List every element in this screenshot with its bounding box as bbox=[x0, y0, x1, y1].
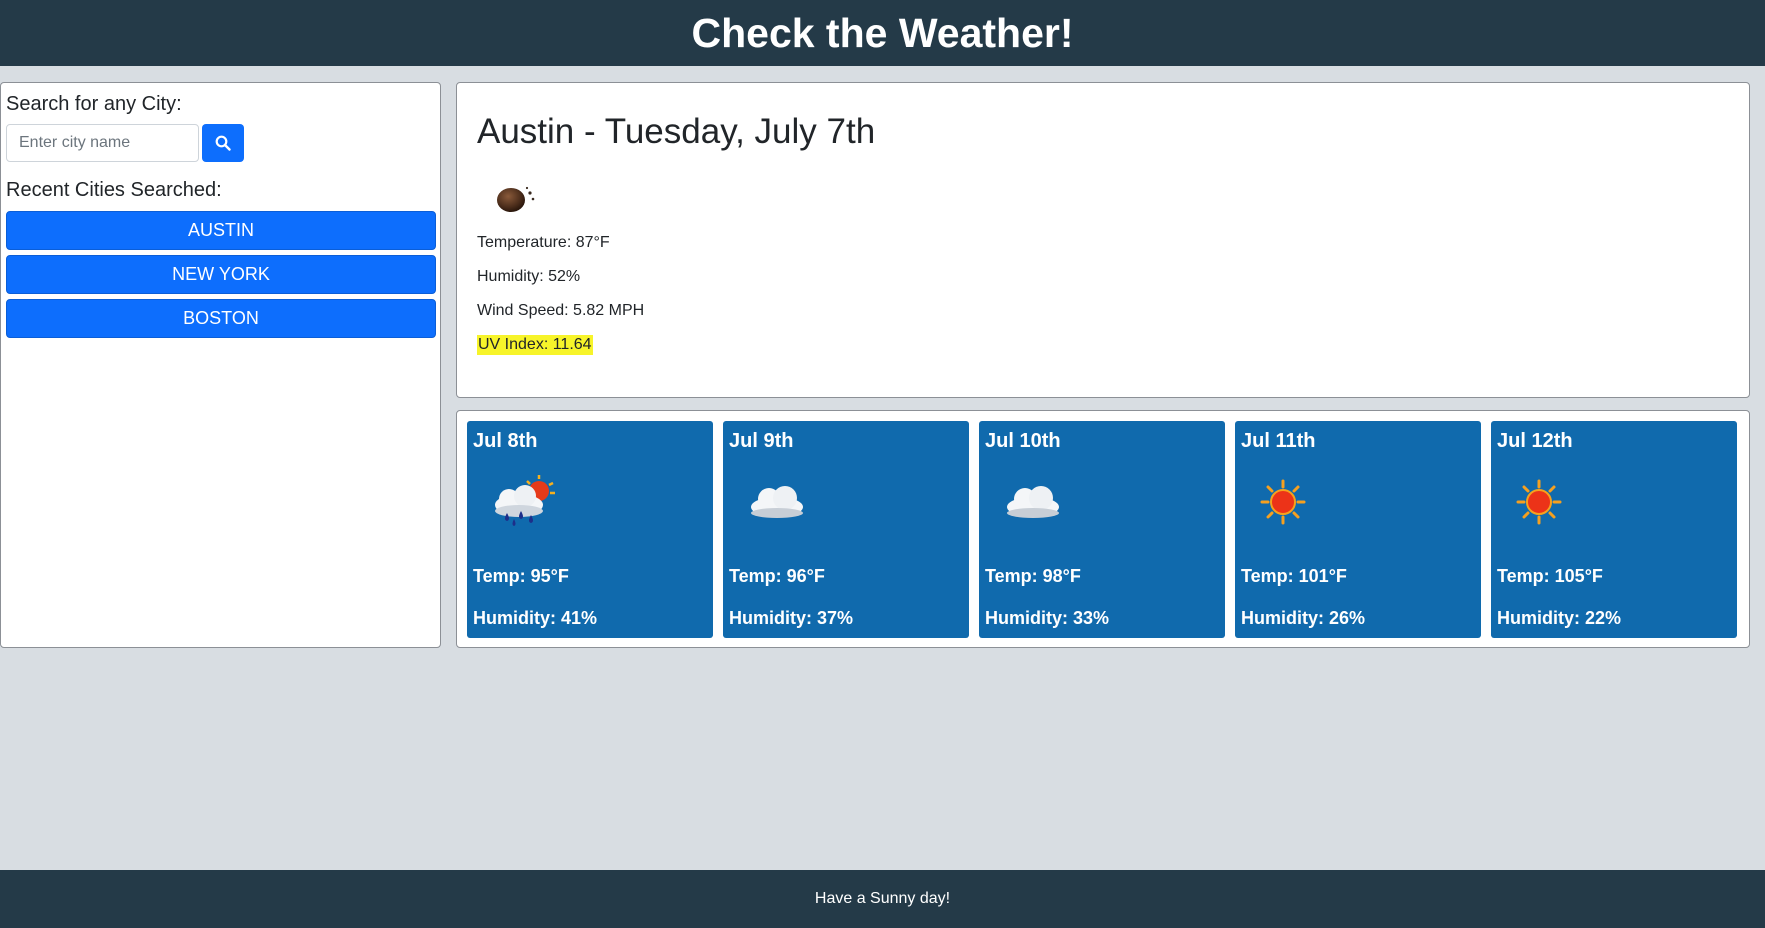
forecast-humidity: Humidity: 37% bbox=[729, 608, 854, 628]
search-icon bbox=[215, 135, 231, 151]
current-weather-panel: Austin - Tuesday, July 7th Temperature: … bbox=[456, 82, 1750, 398]
city-search-input[interactable] bbox=[6, 124, 199, 162]
forecast-date: Jul 8th bbox=[473, 430, 538, 452]
current-humidity: Humidity: 52% bbox=[477, 268, 581, 285]
forecast-date: Jul 12th bbox=[1497, 430, 1573, 452]
five-day-forecast: Jul 8th Temp: 95°F Humidity: 41% Jul 9th… bbox=[456, 410, 1750, 648]
search-label: Search for any City: bbox=[6, 93, 182, 115]
forecast-card: Jul 8th Temp: 95°F Humidity: 41% bbox=[467, 421, 713, 638]
forecast-humidity: Humidity: 22% bbox=[1497, 608, 1622, 628]
current-uv-index: UV Index: 11.64 bbox=[477, 335, 593, 355]
forecast-humidity: Humidity: 33% bbox=[985, 608, 1110, 628]
cloud-icon bbox=[739, 471, 963, 531]
footer-text: Have a Sunny day! bbox=[814, 890, 951, 907]
forecast-temp: Temp: 95°F bbox=[473, 566, 569, 586]
recent-city-button-austin[interactable]: AUSTIN bbox=[6, 211, 436, 250]
forecast-temp: Temp: 96°F bbox=[729, 566, 825, 586]
recent-city-button-boston[interactable]: BOSTON bbox=[6, 299, 436, 338]
forecast-date: Jul 9th bbox=[729, 430, 794, 452]
forecast-temp: Temp: 98°F bbox=[985, 566, 1081, 586]
recent-city-button-new-york[interactable]: NEW YORK bbox=[6, 255, 436, 294]
sun-icon bbox=[1251, 471, 1475, 531]
search-row bbox=[6, 124, 435, 162]
forecast-date: Jul 10th bbox=[985, 430, 1061, 452]
clear-night-icon bbox=[495, 179, 1729, 223]
forecast-card: Jul 11th Temp: 101°F Humidity: 26% bbox=[1235, 421, 1481, 638]
forecast-temp: Temp: 105°F bbox=[1497, 566, 1603, 586]
forecast-humidity: Humidity: 41% bbox=[473, 608, 598, 628]
forecast-card: Jul 12th Temp: 105°F Humidity: 22% bbox=[1491, 421, 1737, 638]
forecast-date: Jul 11th bbox=[1241, 430, 1316, 452]
search-sidebar: Search for any City: Recent Cities Searc… bbox=[0, 82, 441, 648]
page-header: Check the Weather! bbox=[0, 0, 1765, 66]
forecast-temp: Temp: 101°F bbox=[1241, 566, 1347, 586]
cloud-icon bbox=[995, 471, 1219, 531]
page-title: Check the Weather! bbox=[691, 9, 1074, 56]
page-footer: Have a Sunny day! bbox=[0, 870, 1765, 928]
sun-icon bbox=[1507, 471, 1731, 531]
current-temperature: Temperature: 87°F bbox=[477, 234, 610, 251]
current-city-date: Austin - Tuesday, July 7th bbox=[477, 112, 876, 151]
current-wind-speed: Wind Speed: 5.82 MPH bbox=[477, 302, 645, 319]
forecast-humidity: Humidity: 26% bbox=[1241, 608, 1366, 628]
search-button[interactable] bbox=[202, 124, 244, 162]
forecast-card: Jul 9th Temp: 96°F Humidity: 37% bbox=[723, 421, 969, 638]
forecast-card: Jul 10th Temp: 98°F Humidity: 33% bbox=[979, 421, 1225, 638]
recent-cities-label: Recent Cities Searched: bbox=[6, 179, 222, 201]
rain-sun-icon bbox=[483, 471, 707, 531]
